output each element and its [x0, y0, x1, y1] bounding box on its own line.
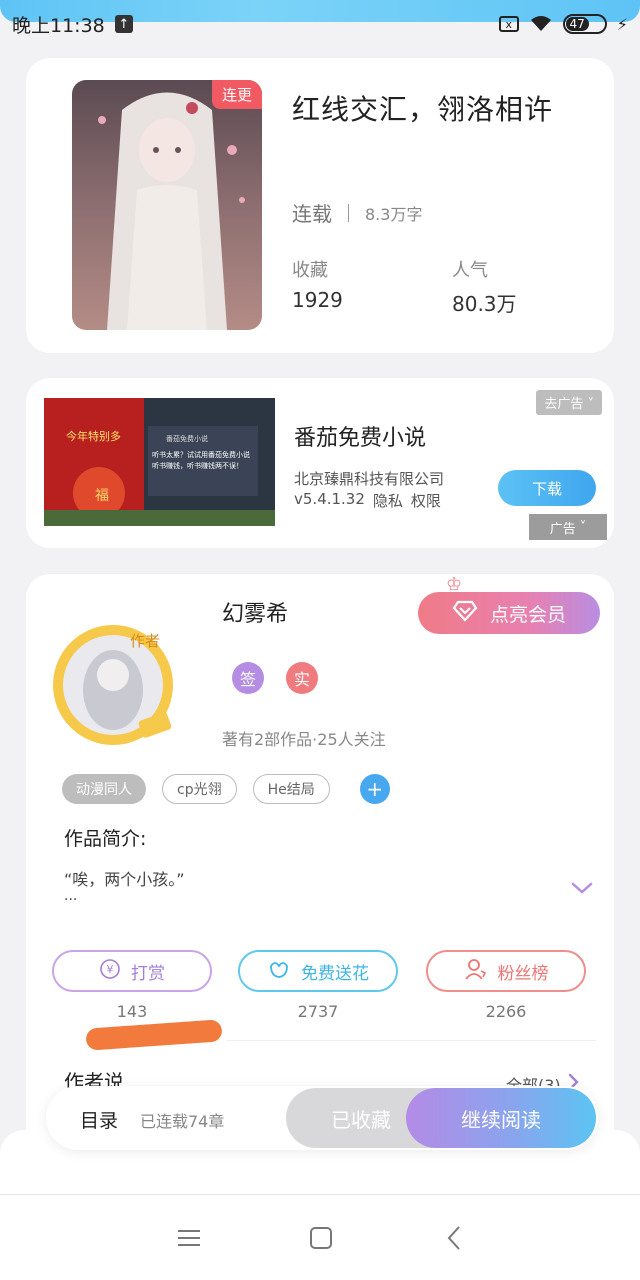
ad-version: v5.4.1.32 — [294, 490, 365, 508]
flower-count: 2737 — [297, 1002, 339, 1021]
tag-item[interactable]: He结局 — [252, 774, 330, 804]
favorites-value: 1929 — [292, 288, 343, 312]
cover-illustration — [72, 80, 262, 330]
vip-button[interactable]: 点亮会员 — [418, 592, 600, 634]
tag-item[interactable]: 动漫同人 — [62, 774, 146, 804]
intro-ellipsis: ... — [64, 888, 78, 904]
author-name[interactable]: 幻雾希 — [222, 596, 288, 628]
ad-card[interactable]: 福 今年特别多 番茄免费小说 听书太累？试试用番茄免费小说听书赚钱，听书赚钱两不… — [26, 378, 614, 548]
ad-permission-link[interactable]: 权限 — [411, 490, 441, 511]
wifi-icon — [529, 15, 553, 33]
author-avatar-tag: 作者 — [130, 632, 161, 650]
tag-item[interactable]: cp光翎 — [162, 774, 237, 804]
status-bar: 晚上11:38 ↑ x 47 ⚡ — [0, 6, 640, 42]
sim-icon: x — [498, 16, 519, 32]
back-icon[interactable] — [440, 1223, 470, 1253]
author-avatar[interactable]: 作者 — [48, 620, 178, 750]
popularity-label: 人气 — [452, 260, 488, 281]
book-status: 连载 — [292, 202, 332, 226]
ad-thumb-text-2: 听书太累？试试用番茄免费小说听书赚钱，听书赚钱两不误！ — [152, 451, 250, 470]
home-icon[interactable] — [306, 1223, 336, 1253]
author-info: 著有2部作品·25人关注 — [222, 730, 386, 749]
ad-label: 广告 — [549, 521, 576, 537]
ad-tag[interactable]: 广告 ˅ — [529, 514, 607, 540]
upload-notification-icon: ↑ — [114, 15, 133, 33]
popularity-value: 80.3万 — [452, 292, 517, 316]
svg-text:福: 福 — [95, 488, 109, 504]
ad-thumb-text-1: 今年特别多 — [66, 430, 121, 443]
book-meta: 连载 8.3万字 — [292, 198, 422, 227]
signed-badge: 签 — [232, 662, 264, 694]
chevron-down-icon[interactable] — [570, 880, 594, 896]
ad-download-button[interactable]: 下载 — [498, 470, 596, 506]
flower-icon — [267, 958, 291, 985]
intro-text: “唉，两个小孩。” — [64, 870, 185, 889]
tip-button[interactable]: ¥ 打赏 — [52, 950, 212, 992]
ad-title: 番茄免费小说 — [294, 426, 427, 451]
fan-ranking-label: 粉丝榜 — [497, 963, 549, 984]
tag-list: 动漫同人 cp光翎 He结局 + — [62, 774, 390, 804]
verified-badge: 实 — [286, 662, 318, 694]
charging-icon: ⚡ — [616, 14, 628, 34]
fan-count: 2266 — [485, 1002, 527, 1021]
bottom-action-bar: 目录 已连载74章 已收藏 继续阅读 — [46, 1086, 598, 1150]
add-tag-button[interactable]: + — [359, 774, 390, 804]
ad-privacy-link[interactable]: 隐私 — [373, 490, 403, 511]
chapter-count: 已连载74章 — [140, 1112, 225, 1131]
remove-ad-button[interactable]: 去广告 ˅ — [536, 390, 602, 415]
continue-reading-button[interactable]: 继续阅读 — [406, 1088, 596, 1148]
meta-separator — [348, 203, 349, 222]
book-title: 红线交汇，翎洛相许 — [292, 93, 554, 126]
diamond-icon — [452, 600, 478, 627]
book-cover[interactable]: 连更 — [72, 80, 262, 330]
battery-icon: 47 — [562, 14, 607, 34]
fan-ranking-button[interactable]: 粉丝榜 — [426, 950, 586, 992]
tip-count: 143 — [116, 1002, 148, 1021]
send-flower-button[interactable]: 免费送花 — [238, 950, 398, 992]
ad-thumb-app: 番茄免费小说 — [166, 435, 208, 443]
ad-version-row: v5.4.1.32 隐私 权限 — [294, 490, 441, 511]
yen-icon: ¥ — [99, 958, 121, 985]
send-flower-label: 免费送花 — [301, 963, 369, 984]
divider — [226, 1040, 596, 1041]
status-time: 晚上11:38 — [12, 14, 105, 37]
intro-label: 作品简介: — [64, 828, 147, 850]
ad-company: 北京臻鼎科技有限公司 — [294, 470, 445, 488]
menu-icon[interactable] — [174, 1223, 204, 1253]
vip-label: 点亮会员 — [489, 603, 566, 626]
battery-level: 47 — [565, 17, 589, 31]
chevron-down-icon: ˅ — [579, 519, 587, 535]
cover-badge: 连更 — [211, 80, 262, 109]
system-nav-bar — [0, 1194, 640, 1280]
svg-text:¥: ¥ — [107, 963, 114, 976]
book-word-count: 8.3万字 — [365, 204, 423, 224]
user-icon — [464, 957, 488, 986]
ad-thumbnail[interactable]: 福 今年特别多 番茄免费小说 听书太累？试试用番茄免费小说听书赚钱，听书赚钱两不… — [44, 398, 275, 526]
toc-button[interactable]: 目录 — [80, 1106, 118, 1133]
favorites-label: 收藏 — [292, 260, 328, 281]
redaction-mark — [85, 1019, 223, 1051]
book-info-card: 连更 红线交汇，翎洛相许 连载 8.3万字 收藏 1929 人气 80.3万 — [26, 58, 614, 353]
tip-label: 打赏 — [131, 963, 165, 984]
